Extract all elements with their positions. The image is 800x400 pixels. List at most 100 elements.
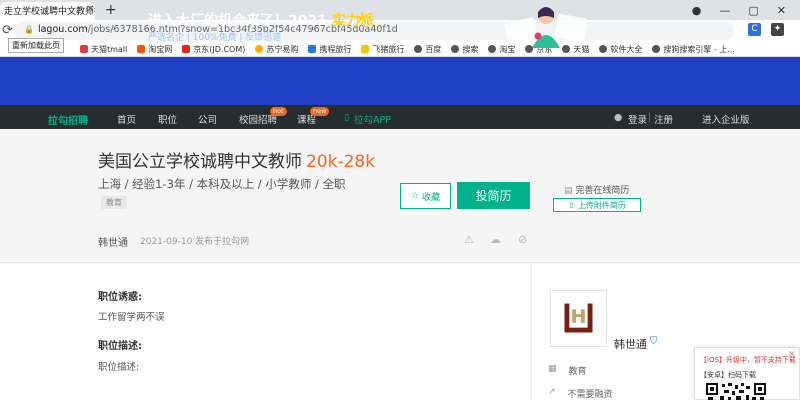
publisher-name[interactable]: 韩世通: [98, 234, 128, 249]
globe-icon: [652, 45, 661, 53]
star-icon: ★: [355, 8, 370, 27]
globe-icon: [451, 45, 460, 53]
bookmark-item[interactable]: 淘宝网: [137, 44, 172, 55]
tab-close-icon[interactable]: ✕: [86, 4, 94, 15]
banner-title: 进入大厂的机会来了！2021 实力派: [148, 10, 374, 30]
bookmark-favicon-icon: [80, 45, 88, 53]
bookmark-item[interactable]: 飞猪旅行: [361, 44, 404, 55]
salary: 20k-28k: [306, 152, 376, 172]
publish-date: 2021-09-10 发布于拉勾网: [140, 237, 250, 247]
grid-icon: ▦: [548, 364, 557, 374]
reload-tooltip: 重新加载此页: [8, 38, 64, 53]
verified-shield-icon: ⛉: [650, 336, 658, 347]
phone-icon: ▯: [344, 112, 350, 123]
favorite-label: 收藏: [422, 192, 441, 203]
new-badge: new: [310, 107, 330, 116]
promo-banner[interactable]: [0, 57, 800, 105]
apply-button[interactable]: 投简历: [457, 182, 530, 209]
perks-text: 工作留学两不误: [98, 312, 165, 323]
bookmark-label: 搜狗搜索引擎 - 上...: [663, 44, 735, 54]
company-name[interactable]: 韩世通: [614, 336, 647, 352]
nav-item-home[interactable]: 首页: [117, 112, 136, 126]
nav-app-link[interactable]: 拉勾APP: [354, 112, 391, 126]
star-icon: ☆: [410, 191, 420, 201]
favorite-button[interactable]: ☆ 收藏: [400, 183, 451, 209]
ios-download-note: 【iOS】升级中，暂不支持下载: [700, 356, 796, 364]
company-industry: ▦ 教育: [548, 364, 587, 377]
extension-puzzle-icon[interactable]: ✦: [771, 23, 784, 36]
globe-icon: [488, 45, 497, 53]
job-name: 美国公立学校诚聘中文教师: [98, 152, 302, 172]
bookmark-label: 苏宁易购: [266, 44, 299, 54]
complete-resume-label: 完善在线简历: [575, 186, 630, 196]
job-title: 美国公立学校诚聘中文教师 20k-28k: [98, 147, 375, 172]
banner-illustration: [504, 7, 588, 48]
company-logo[interactable]: [550, 290, 607, 347]
job-tag[interactable]: 教育: [101, 196, 127, 209]
bookmark-item[interactable]: 苏宁易购: [255, 44, 298, 55]
hot-badge: hot: [270, 107, 287, 116]
new-tab-button[interactable]: +: [105, 2, 117, 18]
upload-resume-label: 上传附件简历: [577, 200, 626, 210]
nav-item-companies[interactable]: 公司: [198, 112, 217, 126]
bookmark-favicon-icon: [361, 45, 370, 53]
extension-icons: C ✦ ⋮: [748, 23, 800, 36]
bookmark-favicon-icon: [137, 45, 146, 53]
profile-icon[interactable]: ●: [692, 4, 702, 17]
browser-tab-bar: [0, 0, 800, 20]
bookmark-item[interactable]: 百度: [414, 44, 441, 55]
bookmark-item[interactable]: 携程旅行: [308, 44, 351, 55]
lock-icon: 🔒: [24, 25, 34, 34]
wechat-icon[interactable]: ☁: [490, 233, 501, 246]
bookmark-label: 淘宝网: [148, 44, 173, 54]
banner-title-main: 进入大厂的机会来了！2021: [148, 13, 327, 29]
complete-resume-link[interactable]: ▤ 完善在线简历: [564, 183, 629, 196]
bookmark-item[interactable]: 软件大全: [599, 44, 642, 55]
industry-label: 教育: [568, 367, 587, 377]
bookmark-favicon-icon: [308, 45, 317, 53]
bookmark-label: 搜索: [462, 44, 479, 54]
minimize-button[interactable]: —: [719, 4, 730, 17]
bookmark-label: 天猫tmall: [91, 44, 128, 54]
upload-resume-button[interactable]: ⇧ 上传附件简历: [553, 198, 641, 212]
site-logo[interactable]: 拉勾招聘: [48, 112, 88, 127]
qr-code: [706, 383, 766, 400]
report-icon[interactable]: ⚠: [464, 233, 474, 246]
weibo-icon[interactable]: ⊘: [518, 233, 527, 246]
job-detail-panel: [0, 264, 530, 400]
bookmark-item[interactable]: 京东(JD.COM): [182, 44, 245, 55]
login-link[interactable]: 登录: [628, 112, 647, 126]
menu-dots-icon[interactable]: ⋮: [794, 23, 800, 36]
bookmark-label: 飞猪旅行: [372, 44, 405, 54]
globe-icon: [414, 45, 423, 53]
bookmark-item[interactable]: 天猫tmall: [80, 44, 127, 55]
globe-icon: [599, 45, 608, 53]
enterprise-link[interactable]: 进入企业版: [702, 112, 750, 126]
bookmarks-bar: 天猫tmall 淘宝网 京东(JD.COM) 苏宁易购 携程旅行 飞猪旅行 百度…: [0, 42, 800, 57]
bookmark-favicon-icon: [255, 45, 264, 53]
bookmark-item[interactable]: 搜狗搜索引擎 - 上...: [652, 44, 735, 55]
bookmark-item[interactable]: 搜索: [451, 44, 478, 55]
android-download-note: 【安卓】扫码下载: [700, 371, 756, 379]
job-requirements: 上海 / 经验1-3年 / 本科及以上 / 小学教师 / 全职: [98, 177, 346, 191]
bookmark-label: 百度: [425, 44, 442, 54]
close-window-button[interactable]: ✕: [777, 4, 786, 17]
reload-icon[interactable]: ⟳: [2, 23, 13, 38]
browser-tab[interactable]: 走立学校诚聘中文教师招聘-: [0, 2, 95, 20]
user-icon: ●: [614, 112, 623, 123]
banner-subtitle: 严选名企 | 100%免费 | 反馈迅速: [148, 33, 282, 43]
description-text: 职位描述:: [98, 362, 140, 373]
bookmark-label: 京东(JD.COM): [193, 44, 246, 54]
nav-item-jobs[interactable]: 职位: [158, 112, 177, 126]
bookmark-favicon-icon: [182, 45, 191, 53]
financing-label: 不需要融资: [567, 390, 613, 400]
extension-c-icon[interactable]: C: [748, 23, 761, 36]
url-host: lagou.com: [37, 24, 88, 35]
window-controls: ● — ▢ ✕: [692, 0, 800, 20]
description-heading: 职位描述:: [98, 341, 142, 352]
register-link[interactable]: 注册: [654, 112, 673, 126]
maximize-button[interactable]: ▢: [748, 4, 758, 17]
address-bar[interactable]: 🔒 lagou.com/jobs/6378166.html?show=1bc34f…: [14, 22, 734, 40]
bookmark-label: 携程旅行: [319, 44, 352, 54]
company-financing: ↗ 不需要融资: [548, 387, 613, 400]
